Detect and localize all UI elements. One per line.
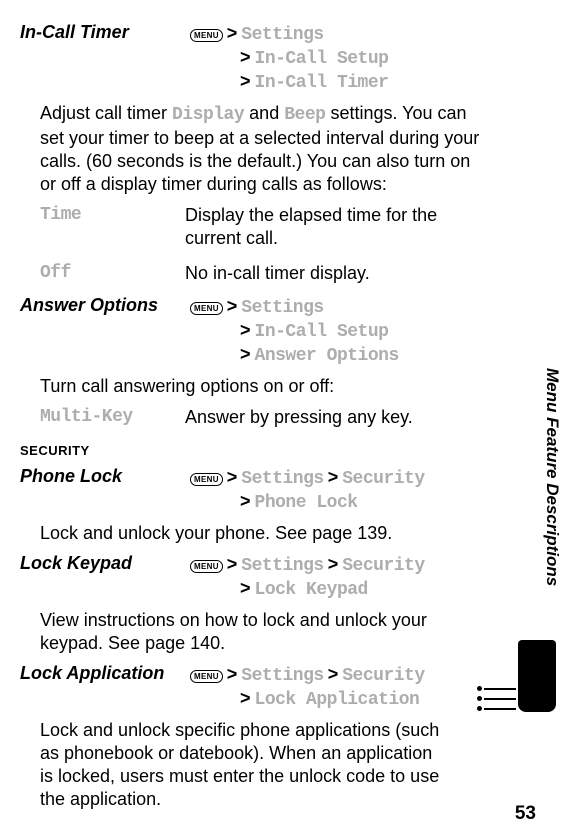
menu-path: MENU>Settings >In-Call Setup >In-Call Ti… — [190, 22, 388, 94]
feature-lock-application: Lock Application MENU>Settings>Security … — [20, 663, 490, 811]
path-seg: In-Call Setup — [255, 49, 389, 69]
path-seg: In-Call Timer — [255, 73, 389, 93]
path-seg: In-Call Setup — [255, 322, 389, 342]
option-term: Multi-Key — [40, 406, 185, 429]
path-seg: Security — [342, 469, 424, 489]
path-seg: Lock Keypad — [255, 580, 368, 600]
feature-title: Lock Application — [20, 663, 185, 684]
side-tab-label: Menu Feature Descriptions — [542, 368, 562, 586]
feature-answer-options: Answer Options MENU>Settings >In-Call Se… — [20, 295, 490, 429]
feature-body: Lock and unlock specific phone applicati… — [40, 719, 490, 811]
option-row: Time Display the elapsed time for the cu… — [40, 204, 490, 250]
feature-body: Lock and unlock your phone. See page 139… — [40, 522, 490, 545]
feature-title: Answer Options — [20, 295, 185, 316]
option-row: Multi-Key Answer by pressing any key. — [40, 406, 490, 429]
page-number: 53 — [515, 803, 536, 825]
phone-icon — [518, 640, 556, 712]
list-lines-icon — [484, 688, 516, 718]
path-seg: Settings — [241, 25, 323, 45]
menu-button-icon: MENU — [190, 560, 223, 573]
path-seg: Lock Application — [255, 690, 420, 710]
page-content: In-Call Timer MENU>Settings >In-Call Set… — [0, 0, 526, 839]
option-desc: Answer by pressing any key. — [185, 406, 490, 429]
path-seg: Settings — [241, 556, 323, 576]
path-seg: Phone Lock — [255, 493, 358, 513]
option-desc: Display the elapsed time for the current… — [185, 204, 490, 250]
menu-path: MENU>Settings>Security >Lock Application — [190, 663, 425, 711]
menu-button-icon: MENU — [190, 670, 223, 683]
feature-phone-lock: Phone Lock MENU>Settings>Security >Phone… — [20, 466, 490, 545]
menu-path: MENU>Settings>Security >Lock Keypad — [190, 553, 425, 601]
feature-title: In-Call Timer — [20, 22, 185, 43]
menu-button-icon: MENU — [190, 473, 223, 486]
menu-path: MENU>Settings>Security >Phone Lock — [190, 466, 425, 514]
option-term: Time — [40, 204, 185, 250]
section-heading: SECURITY — [20, 443, 490, 458]
path-seg: Settings — [241, 298, 323, 318]
menu-button-icon: MENU — [190, 29, 223, 42]
feature-body: View instructions on how to lock and unl… — [40, 609, 490, 655]
menu-button-icon: MENU — [190, 302, 223, 315]
feature-title: Phone Lock — [20, 466, 185, 487]
feature-title: Lock Keypad — [20, 553, 185, 574]
feature-body: Adjust call timer Display and Beep setti… — [40, 102, 490, 196]
feature-in-call-timer: In-Call Timer MENU>Settings >In-Call Set… — [20, 22, 490, 285]
menu-path: MENU>Settings >In-Call Setup >Answer Opt… — [190, 295, 399, 367]
path-seg: Security — [342, 556, 424, 576]
path-seg: Settings — [241, 469, 323, 489]
feature-body: Turn call answering options on or off: — [40, 375, 490, 398]
path-seg: Settings — [241, 666, 323, 686]
feature-lock-keypad: Lock Keypad MENU>Settings>Security >Lock… — [20, 553, 490, 655]
option-term: Off — [40, 262, 185, 285]
option-row: Off No in-call timer display. — [40, 262, 490, 285]
path-seg: Answer Options — [255, 346, 399, 366]
option-desc: No in-call timer display. — [185, 262, 490, 285]
path-seg: Security — [342, 666, 424, 686]
